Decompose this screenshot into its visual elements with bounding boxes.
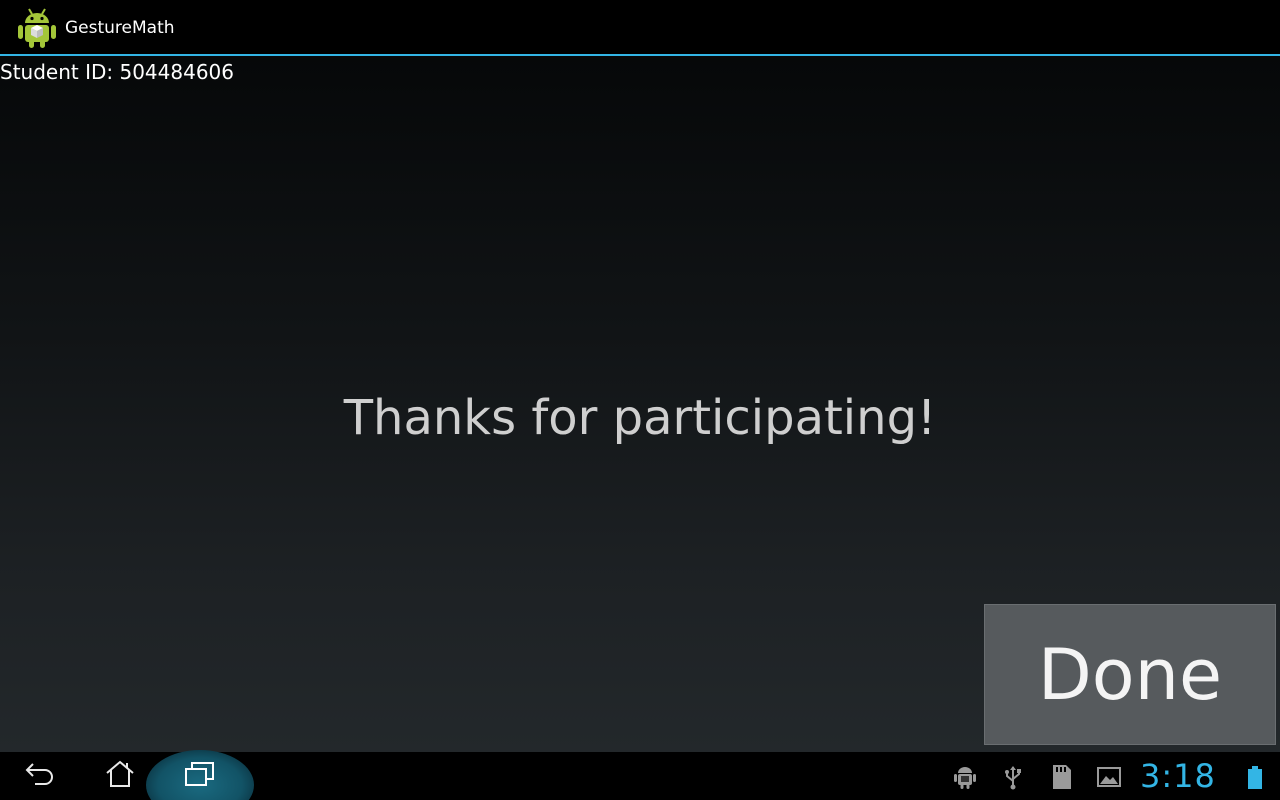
screenshot-icon: [1096, 764, 1122, 790]
recent-apps-icon: [184, 760, 216, 792]
main-content: Student ID: 504484606 Thanks for partici…: [0, 56, 1280, 752]
back-icon: [23, 760, 57, 792]
android-robot-icon[interactable]: [14, 4, 60, 50]
android-debug-icon: [952, 764, 978, 790]
system-bar: 3:18: [0, 750, 1280, 800]
home-button[interactable]: [80, 752, 160, 800]
home-icon: [104, 759, 136, 793]
clock: 3:18: [1140, 757, 1216, 795]
student-id-label: Student ID: 504484606: [0, 60, 235, 84]
back-button[interactable]: [0, 752, 80, 800]
usb-icon: [1000, 764, 1026, 790]
recent-apps-button[interactable]: [160, 752, 240, 800]
app-title: GestureMath: [65, 18, 175, 38]
done-button-label: Done: [1037, 633, 1223, 716]
screen: GestureMath Student ID: 504484606 Thanks…: [0, 0, 1280, 800]
thanks-message: Thanks for participating!: [343, 390, 937, 446]
action-bar: GestureMath: [0, 0, 1280, 56]
sd-card-icon: [1048, 764, 1074, 790]
battery-icon: [1244, 764, 1266, 790]
done-button[interactable]: Done: [984, 604, 1276, 745]
